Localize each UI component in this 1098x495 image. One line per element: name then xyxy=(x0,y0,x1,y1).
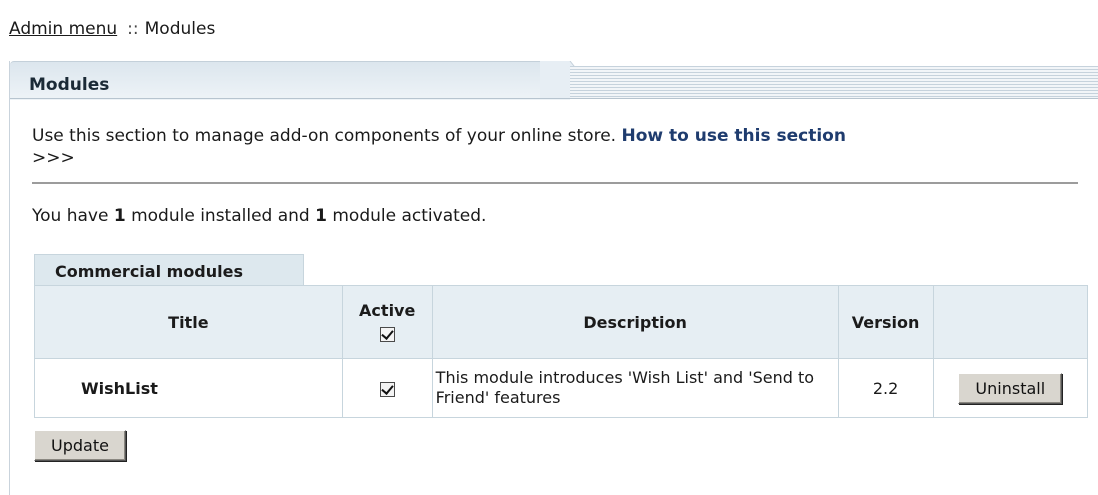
module-title: WishList xyxy=(34,358,343,418)
help-arrow[interactable]: >>> xyxy=(32,148,75,168)
intro-paragraph: Use this section to manage add-on compon… xyxy=(32,125,1082,169)
modules-table: Title Active Description Version WishLis… xyxy=(34,285,1089,418)
panel-header-divider xyxy=(10,98,1098,99)
select-all-active-checkbox[interactable] xyxy=(379,326,395,342)
module-active-cell xyxy=(341,358,433,418)
summary-activated-text: module activated. xyxy=(332,206,487,226)
panel-header: Modules xyxy=(10,61,1098,100)
breadcrumb-separator: :: xyxy=(127,19,139,39)
column-header-active-label: Active xyxy=(359,300,416,320)
panel-header-stripes xyxy=(570,66,1098,99)
modules-summary: You have 1 module installed and 1 module… xyxy=(32,206,486,226)
tab-commercial-modules: Commercial modules xyxy=(34,254,304,285)
table-header-row: Title Active Description Version xyxy=(34,285,1089,359)
breadcrumb-admin-menu-link[interactable]: Admin menu xyxy=(9,19,117,39)
page-title: Modules xyxy=(29,75,110,95)
installed-count: 1 xyxy=(113,206,126,226)
column-header-actions xyxy=(932,285,1089,359)
column-header-description: Description xyxy=(431,285,839,359)
update-button[interactable]: Update xyxy=(34,430,126,461)
module-action-cell: Uninstall xyxy=(932,358,1089,418)
uninstall-button[interactable]: Uninstall xyxy=(958,372,1063,404)
help-link[interactable]: How to use this section xyxy=(621,126,845,146)
summary-prefix: You have xyxy=(32,206,109,226)
summary-installed-text: module installed and xyxy=(131,206,310,226)
breadcrumb: Admin menu:: Modules xyxy=(9,19,215,39)
activated-count: 1 xyxy=(315,206,327,226)
table-row: WishList This module introduces 'Wish Li… xyxy=(34,358,1089,418)
column-header-title: Title xyxy=(34,285,343,359)
module-description: This module introduces 'Wish List' and '… xyxy=(431,358,839,418)
column-header-active: Active xyxy=(341,285,433,359)
intro-text: Use this section to manage add-on compon… xyxy=(32,126,617,146)
section-divider xyxy=(32,182,1078,184)
column-header-version: Version xyxy=(837,285,934,359)
breadcrumb-current: Modules xyxy=(144,19,216,39)
module-active-checkbox[interactable] xyxy=(379,381,395,397)
modules-panel: Modules Use this section to manage add-o… xyxy=(9,61,1098,495)
module-version: 2.2 xyxy=(837,358,934,418)
